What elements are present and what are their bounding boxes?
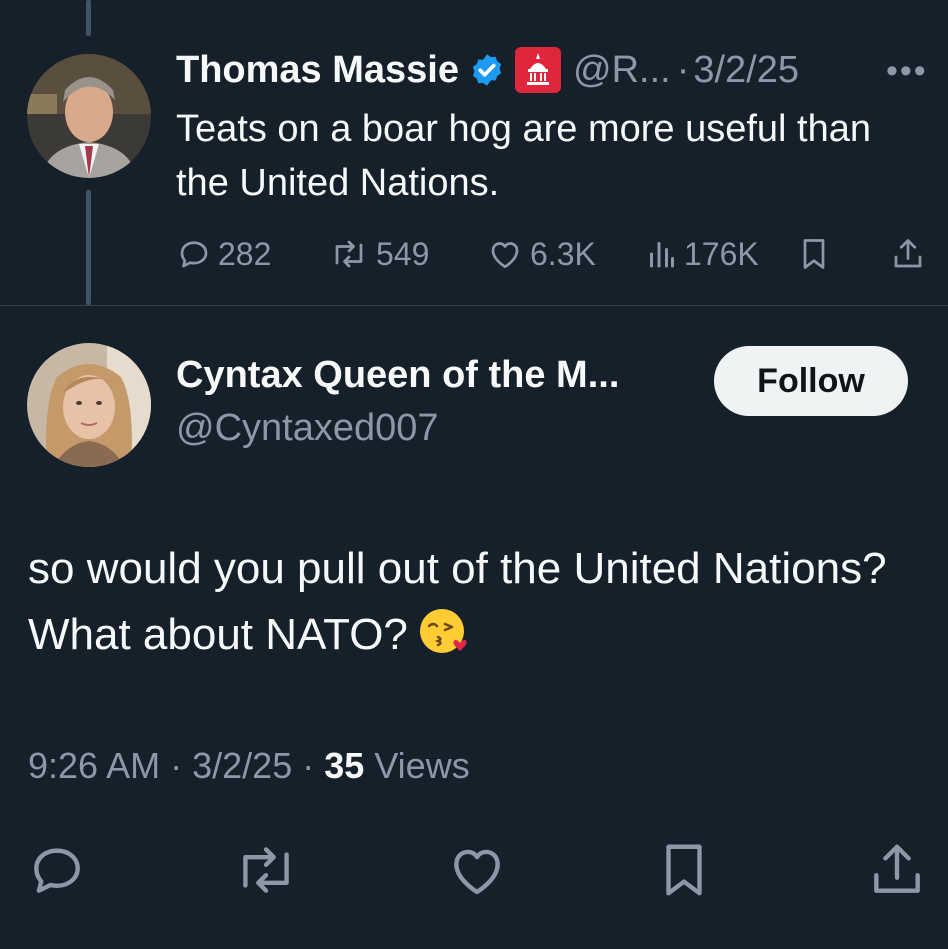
retweet-count: 549 xyxy=(376,235,430,272)
reply-views-label: Views xyxy=(374,745,470,786)
reply-icon xyxy=(176,236,212,272)
reply-meta-line: 9:26 AM · 3/2/25 · 35 Views xyxy=(28,745,470,787)
thread-connector-bottom xyxy=(86,190,91,305)
reply-button[interactable]: 282 xyxy=(176,230,271,278)
reply-author-avatar[interactable] xyxy=(27,343,151,467)
parent-tweet-text: Teats on a boar hog are more useful than… xyxy=(176,108,872,204)
reply-count: 282 xyxy=(218,235,272,272)
views-count: 176K xyxy=(684,235,759,272)
bookmark-button[interactable] xyxy=(656,835,712,905)
like-count: 6.3K xyxy=(530,235,596,272)
thread-connector-top xyxy=(86,0,91,36)
retweet-icon xyxy=(230,839,302,901)
reply-action-bar xyxy=(0,835,948,905)
views-icon xyxy=(646,236,678,272)
reply-views-count: 35 xyxy=(324,745,365,786)
views-button[interactable]: 176K xyxy=(646,230,759,278)
parent-author-handle[interactable]: @R... xyxy=(573,49,671,92)
meta-separator: · xyxy=(170,745,183,786)
reply-icon xyxy=(26,839,88,901)
heart-icon xyxy=(446,839,508,901)
gop-capitol-badge-icon xyxy=(515,47,561,93)
parent-author-name[interactable]: Thomas Massie xyxy=(176,49,459,92)
tweet-divider xyxy=(0,305,948,306)
like-button[interactable]: 6.3K xyxy=(486,230,596,278)
share-button[interactable] xyxy=(890,230,926,278)
parent-author-avatar[interactable] xyxy=(27,54,151,178)
retweet-button[interactable]: 549 xyxy=(328,230,429,278)
follow-button[interactable]: Follow xyxy=(714,346,908,416)
reply-date[interactable]: 3/2/25 xyxy=(192,745,292,786)
bookmark-button[interactable] xyxy=(798,230,830,278)
date-separator: · xyxy=(676,48,690,91)
bookmark-icon xyxy=(656,839,712,901)
reply-author-name[interactable]: Cyntax Queen of the M... xyxy=(176,354,619,397)
meta-separator: · xyxy=(302,745,315,786)
retweet-button[interactable] xyxy=(230,835,302,905)
reply-button[interactable] xyxy=(26,835,88,905)
verified-badge-icon xyxy=(469,52,505,88)
parent-tweet-date[interactable]: 3/2/25 xyxy=(693,49,799,92)
reply-time[interactable]: 9:26 AM xyxy=(28,745,160,786)
like-button[interactable] xyxy=(446,835,508,905)
kissing-face-emoji-icon xyxy=(416,603,472,678)
heart-icon xyxy=(486,236,524,272)
share-icon xyxy=(890,236,926,272)
share-button[interactable] xyxy=(866,835,928,905)
retweet-icon xyxy=(328,236,370,272)
share-icon xyxy=(866,839,928,901)
bookmark-icon xyxy=(798,236,830,272)
reply-tweet-text-container: so would you pull out of the United Nati… xyxy=(28,536,908,678)
parent-action-bar: 282 549 6.3K 176K xyxy=(176,230,926,278)
more-options-icon[interactable]: ••• xyxy=(886,52,928,91)
parent-tweet-header: Thomas Massie @R... · 3/2/25 xyxy=(176,44,799,96)
reply-author-handle[interactable]: @Cyntaxed007 xyxy=(176,407,439,450)
